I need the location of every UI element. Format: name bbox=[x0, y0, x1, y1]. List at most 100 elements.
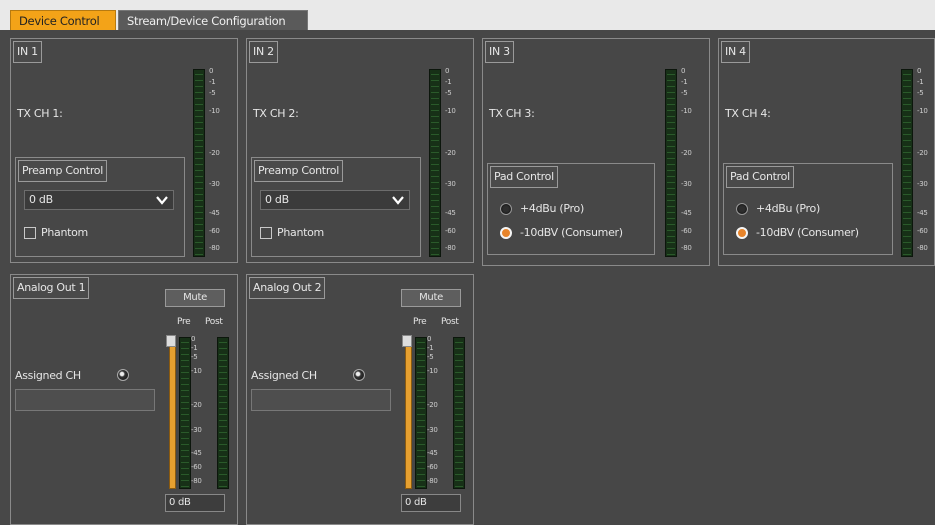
meter-segment bbox=[195, 146, 203, 147]
meter-segment bbox=[431, 98, 439, 99]
gain-select[interactable]: 0 dB bbox=[24, 190, 174, 210]
meter-segment bbox=[903, 134, 911, 135]
input-level-meter bbox=[665, 69, 677, 257]
meter-segment bbox=[431, 170, 439, 171]
meter-tick-label: -20 bbox=[917, 149, 928, 157]
radio-button[interactable] bbox=[500, 226, 512, 239]
radio-pro[interactable]: +4dBu (Pro) bbox=[500, 202, 584, 215]
tab-stream-device-configuration[interactable]: Stream/Device Configuration bbox=[118, 10, 308, 30]
meter-segment bbox=[903, 164, 911, 165]
meter-segment bbox=[431, 182, 439, 183]
meter-tick-label: 0 bbox=[445, 67, 450, 75]
meter-segment bbox=[195, 230, 203, 231]
meter-segment bbox=[667, 224, 675, 225]
radio-button[interactable] bbox=[736, 202, 748, 215]
meter-segment bbox=[417, 354, 425, 355]
meter-tick-label: -10 bbox=[427, 367, 438, 375]
assigned-ch-field[interactable] bbox=[251, 389, 391, 411]
pre-level-meter bbox=[415, 337, 427, 489]
radio-button[interactable] bbox=[500, 202, 512, 215]
meter-segment bbox=[903, 140, 911, 141]
meter-segment bbox=[903, 236, 911, 237]
tab-device-control[interactable]: Device Control bbox=[10, 10, 116, 30]
input-panel-in2: IN 2 TX CH 2: 0 -1 -5 -10 -20 -30 -45 -60 -80 Pr… bbox=[246, 38, 474, 263]
meter-segment bbox=[431, 242, 439, 243]
meter-segment bbox=[667, 242, 675, 243]
output-fader-track[interactable] bbox=[169, 337, 176, 489]
gain-value: 0 dB bbox=[265, 193, 289, 206]
output-level-value[interactable]: 0 dB bbox=[401, 494, 461, 512]
pad-control-title: Pad Control bbox=[726, 166, 794, 188]
radio-consumer[interactable]: -10dBV (Consumer) bbox=[500, 226, 623, 239]
phantom-checkbox[interactable]: Phantom bbox=[260, 226, 324, 239]
preamp-control-title: Preamp Control bbox=[254, 160, 343, 182]
pad-control-group: Pad Control +4dBu (Pro) -10dBV (Consumer… bbox=[723, 163, 893, 255]
output-fader-handle[interactable] bbox=[402, 335, 412, 347]
output-fader-track[interactable] bbox=[405, 337, 412, 489]
output-panel-analog-out1: Analog Out 1 Mute Pre Post Assigned CH 0… bbox=[10, 274, 238, 525]
output-level-value[interactable]: 0 dB bbox=[165, 494, 225, 512]
meter-segment bbox=[431, 200, 439, 201]
meter-segment bbox=[903, 230, 911, 231]
pre-level-meter bbox=[179, 337, 191, 489]
meter-tick-label: -10 bbox=[681, 107, 692, 115]
meter-tick-label: -1 bbox=[681, 78, 688, 86]
phantom-checkbox[interactable]: Phantom bbox=[24, 226, 88, 239]
meter-segment bbox=[219, 474, 227, 475]
meter-segment bbox=[417, 360, 425, 361]
meter-segment bbox=[903, 98, 911, 99]
meter-segment bbox=[417, 474, 425, 475]
checkbox-box[interactable] bbox=[24, 226, 36, 239]
meter-segment bbox=[431, 164, 439, 165]
meter-tick-label: -30 bbox=[917, 180, 928, 188]
input-level-meter bbox=[429, 69, 441, 257]
gain-select[interactable]: 0 dB bbox=[260, 190, 410, 210]
meter-tick-label: -1 bbox=[427, 344, 434, 352]
checkbox-box[interactable] bbox=[260, 226, 272, 239]
meter-segment bbox=[181, 384, 189, 385]
radio-label: -10dBV (Consumer) bbox=[520, 226, 623, 239]
phantom-label: Phantom bbox=[277, 226, 324, 239]
post-level-meter bbox=[217, 337, 229, 489]
meter-segment bbox=[195, 128, 203, 129]
radio-consumer[interactable]: -10dBV (Consumer) bbox=[736, 226, 859, 239]
meter-segment bbox=[219, 384, 227, 385]
mute-button[interactable]: Mute bbox=[165, 289, 225, 307]
meter-segment bbox=[219, 420, 227, 421]
output-fader-handle[interactable] bbox=[166, 335, 176, 347]
meter-segment bbox=[455, 450, 463, 451]
meter-segment bbox=[195, 134, 203, 135]
meter-segment bbox=[667, 122, 675, 123]
meter-segment bbox=[903, 200, 911, 201]
assigned-indicator-led bbox=[117, 369, 129, 381]
meter-segment bbox=[195, 254, 203, 255]
meter-segment bbox=[903, 74, 911, 75]
meter-segment bbox=[181, 480, 189, 481]
meter-segment bbox=[455, 372, 463, 373]
meter-segment bbox=[455, 420, 463, 421]
pre-label: Pre bbox=[413, 317, 427, 327]
radio-button[interactable] bbox=[736, 226, 748, 239]
meter-tick-label: 0 bbox=[681, 67, 686, 75]
assigned-ch-field[interactable] bbox=[15, 389, 155, 411]
meter-segment bbox=[181, 474, 189, 475]
radio-pro[interactable]: +4dBu (Pro) bbox=[736, 202, 820, 215]
mute-button[interactable]: Mute bbox=[401, 289, 461, 307]
meter-segment bbox=[195, 158, 203, 159]
preamp-control-title: Preamp Control bbox=[18, 160, 107, 182]
meter-segment bbox=[181, 444, 189, 445]
tx-channel-label: TX CH 2: bbox=[253, 107, 299, 120]
meter-segment bbox=[417, 408, 425, 409]
meter-tick-label: -30 bbox=[445, 180, 456, 188]
meter-segment bbox=[181, 366, 189, 367]
meter-segment bbox=[219, 354, 227, 355]
meter-segment bbox=[195, 80, 203, 81]
meter-tick-label: -45 bbox=[191, 449, 202, 457]
meter-segment bbox=[219, 450, 227, 451]
meter-segment bbox=[431, 236, 439, 237]
meter-segment bbox=[195, 152, 203, 153]
meter-segment bbox=[455, 462, 463, 463]
meter-tick-label: -80 bbox=[209, 244, 220, 252]
meter-segment bbox=[667, 194, 675, 195]
meter-segment bbox=[195, 176, 203, 177]
